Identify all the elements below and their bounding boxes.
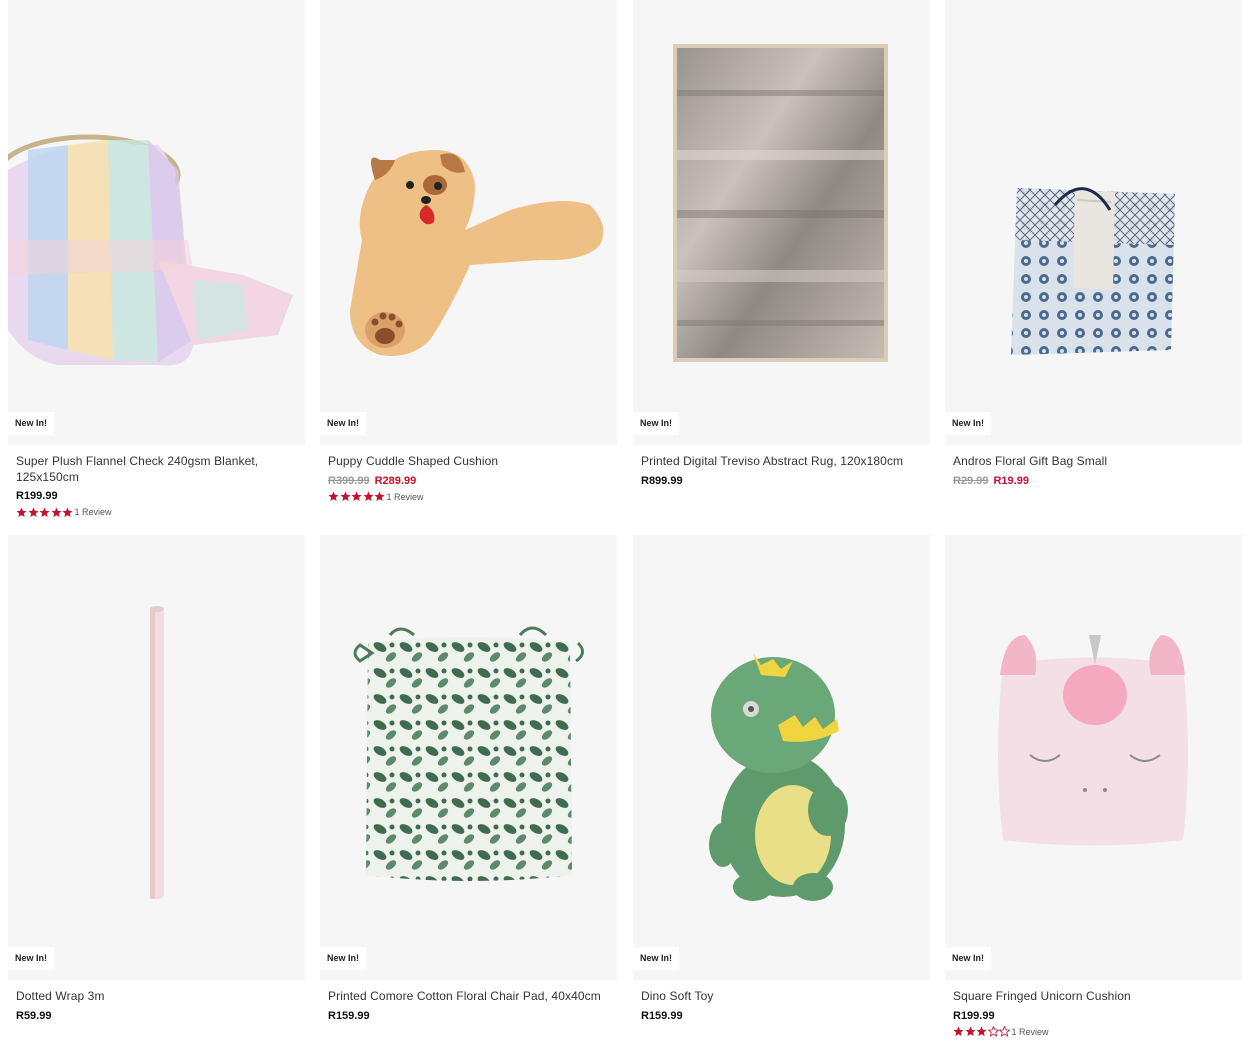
product-price: R199.99 — [953, 1009, 995, 1022]
review-count-link[interactable]: 1 Review — [75, 507, 112, 517]
star-filled-icon — [976, 1026, 987, 1036]
was-price: R29.99 — [953, 474, 989, 487]
new-in-badge: New In! — [633, 412, 680, 435]
product-image[interactable] — [320, 0, 617, 445]
star-filled-icon — [351, 491, 362, 501]
new-in-badge: New In! — [945, 412, 992, 435]
product-rating: 1 Review — [16, 505, 296, 519]
star-filled-icon — [27, 507, 39, 517]
star-filled-icon — [328, 491, 339, 501]
product-title[interactable]: Printed Digital Treviso Abstract Rug, 12… — [641, 454, 921, 470]
product-image[interactable] — [320, 535, 617, 980]
product-title[interactable]: Super Plush Flannel Check 240gsm Blanket… — [16, 454, 296, 485]
sale-price: R19.99 — [993, 474, 1029, 487]
new-in-badge: New In! — [945, 947, 992, 970]
star-filled-icon — [362, 491, 374, 501]
star-filled-icon — [62, 507, 73, 517]
new-in-badge: New In! — [320, 947, 367, 970]
product-image[interactable] — [633, 535, 930, 980]
product-image[interactable] — [945, 0, 1242, 445]
product-image[interactable] — [633, 0, 930, 445]
new-in-badge: New In! — [320, 412, 367, 435]
sale-price: R289.99 — [374, 474, 417, 487]
product-title[interactable]: Printed Comore Cotton Floral Chair Pad, … — [328, 989, 608, 1005]
product-image[interactable] — [945, 535, 1242, 980]
new-in-badge: New In! — [8, 947, 55, 970]
star-rating — [953, 1026, 1011, 1037]
star-filled-icon — [39, 507, 50, 517]
product-price: R159.99 — [328, 1009, 370, 1022]
product-image[interactable] — [8, 0, 305, 445]
star-filled-icon — [16, 507, 27, 517]
star-empty-icon — [999, 1026, 1010, 1037]
product-price: R159.99 — [641, 1009, 683, 1022]
star-empty-icon — [987, 1026, 999, 1037]
star-filled-icon — [374, 491, 385, 501]
star-filled-icon — [339, 491, 351, 501]
star-rating — [328, 491, 386, 502]
product-title[interactable]: Andros Floral Gift Bag Small — [953, 454, 1233, 470]
star-filled-icon — [953, 1026, 964, 1036]
product-price: R199.99 — [16, 490, 58, 502]
new-in-badge: New In! — [633, 947, 680, 970]
review-count-link[interactable]: 1 Review — [387, 492, 424, 502]
star-filled-icon — [50, 507, 62, 517]
product-title[interactable]: Dotted Wrap 3m — [16, 989, 296, 1005]
product-image[interactable] — [8, 535, 305, 980]
star-filled-icon — [964, 1026, 976, 1036]
product-rating: 1 Review — [953, 1025, 1233, 1039]
product-price: R899.99 — [641, 474, 683, 487]
product-title[interactable]: Dino Soft Toy — [641, 989, 921, 1005]
new-in-badge: New In! — [8, 412, 55, 435]
review-count-link[interactable]: 1 Review — [1012, 1027, 1049, 1037]
product-title[interactable]: Puppy Cuddle Shaped Cushion — [328, 454, 608, 470]
product-title[interactable]: Square Fringed Unicorn Cushion — [953, 989, 1233, 1005]
product-rating: 1 Review — [328, 490, 608, 504]
star-rating — [16, 507, 74, 518]
was-price: R399.99 — [328, 474, 370, 487]
product-price: R59.99 — [16, 1009, 52, 1022]
